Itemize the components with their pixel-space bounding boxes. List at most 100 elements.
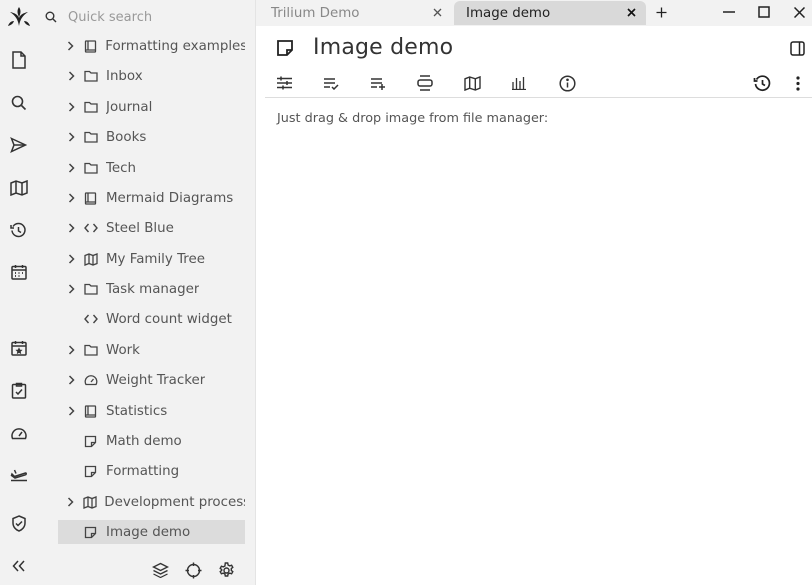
today-icon[interactable] [0,331,37,365]
tree-node[interactable]: Journal [58,95,245,119]
note-icon[interactable] [276,39,294,57]
tree-node-label: Tech [106,160,136,176]
tree-node[interactable]: Math demo [58,429,245,453]
tree-node[interactable]: Formatting [58,459,245,483]
locate-note-icon[interactable] [181,558,205,582]
tree-node-label: Task manager [106,281,200,297]
recent-changes-icon[interactable] [0,213,37,247]
tree-node[interactable]: Books [58,125,245,149]
note-tree-panel: Formatting examples Inbox Journal Books Tech… [37,0,247,585]
book-icon [84,404,106,418]
note-icon [84,526,106,539]
tree-node[interactable]: Mermaid Diagrams [58,186,245,210]
note-properties-icon[interactable] [269,70,299,96]
chevron-right-icon[interactable] [58,132,84,142]
tree-node-label: Word count widget [106,311,232,327]
tree-settings-icon[interactable] [214,558,238,582]
tab-trilium-demo[interactable]: Trilium Demo [259,1,452,25]
trilium-logo-icon[interactable] [0,1,37,35]
book-icon [84,191,106,205]
tree-node[interactable]: Word count widget [58,307,245,331]
gauge-icon [84,374,106,386]
tree-node-label: Mermaid Diagrams [106,190,234,206]
tree-node-label: Math demo [106,433,182,449]
tab-label: Trilium Demo [271,5,360,21]
dashboard-icon[interactable] [0,416,37,450]
note-revisions-icon[interactable] [747,70,777,96]
note-content[interactable]: Just drag & drop image from file manager… [277,111,548,126]
tree-node-label: Steel Blue [106,220,174,236]
note-icon [84,435,106,448]
tree-node[interactable]: Formatting examples [58,34,245,58]
inherited-attributes-icon[interactable] [363,70,393,96]
minimize-icon[interactable] [712,0,746,24]
chevron-right-icon[interactable] [58,375,84,385]
promoted-attributes-icon[interactable] [410,70,440,96]
tree-node-label: My Family Tree [106,251,205,267]
chevron-right-icon[interactable] [58,406,84,416]
folder-icon [84,70,106,82]
panel-splitter[interactable] [247,0,256,585]
tree-node[interactable]: My Family Tree [58,247,245,271]
chevron-right-icon[interactable] [58,497,83,507]
chevron-right-icon[interactable] [58,345,84,355]
launcher-bar [0,0,37,585]
calendar-icon[interactable] [0,255,37,289]
search-icon[interactable] [0,86,37,120]
chevron-right-icon[interactable] [58,284,84,294]
chevron-right-icon[interactable] [58,193,84,203]
code-icon [84,314,106,324]
tree-node[interactable]: Tech [58,156,245,180]
close-icon[interactable] [430,5,444,19]
code-icon [84,223,106,233]
chevron-right-icon[interactable] [58,71,84,81]
close-icon[interactable] [624,5,638,19]
travel-icon[interactable] [0,458,37,492]
protected-session-icon[interactable] [0,506,37,540]
owned-attributes-icon[interactable] [316,70,346,96]
tree-node-label: Work [106,342,140,358]
new-note-icon[interactable] [0,43,37,77]
plus-icon[interactable] [644,0,678,24]
tree-node-label: Journal [106,99,153,115]
tree-node[interactable]: Work [58,338,245,362]
tree-node-label: Statistics [106,403,168,419]
task-icon[interactable] [0,373,37,407]
tree-node[interactable]: Steel Blue [58,216,245,240]
chevron-right-icon[interactable] [58,254,84,264]
tree-node[interactable]: Task manager [58,277,245,301]
tree-node[interactable]: Image demo [58,520,245,544]
note-title[interactable]: Image demo [313,35,453,60]
map-icon [84,252,106,266]
chevron-right-icon[interactable] [58,163,84,173]
chevron-right-icon[interactable] [58,102,84,112]
tree-node[interactable]: Development process [58,490,245,514]
collapse-sidebar-icon[interactable] [0,549,37,583]
toggle-right-pane-icon[interactable] [790,41,805,56]
search-icon [37,11,61,23]
tree-node-label: Weight Tracker [106,372,206,388]
tree-node-label: Inbox [106,68,143,84]
folder-icon [84,283,106,295]
note-map-icon[interactable] [457,70,487,96]
layers-icon[interactable] [148,558,172,582]
tree-node[interactable]: Weight Tracker [58,368,245,392]
tree-node[interactable]: Statistics [58,399,245,423]
close-icon[interactable] [782,0,812,24]
info-icon[interactable] [552,70,582,96]
tree-node-label: Formatting examples [105,38,246,54]
tab-image-demo[interactable]: Image demo [454,1,646,25]
folder-icon [84,162,106,174]
jump-to-note-icon[interactable] [0,128,37,162]
chevron-right-icon[interactable] [58,41,84,51]
more-menu-icon[interactable] [783,70,812,96]
chevron-right-icon[interactable] [58,223,84,233]
tree-footer [37,555,247,585]
tree-node-label: Formatting [106,463,180,479]
note-icon [84,465,106,478]
note-map-icon[interactable] [0,171,37,205]
maximize-icon[interactable] [747,0,781,24]
quick-search-input[interactable] [68,9,238,25]
note-info-chart-icon[interactable] [504,70,534,96]
tree-node[interactable]: Inbox [58,64,245,88]
